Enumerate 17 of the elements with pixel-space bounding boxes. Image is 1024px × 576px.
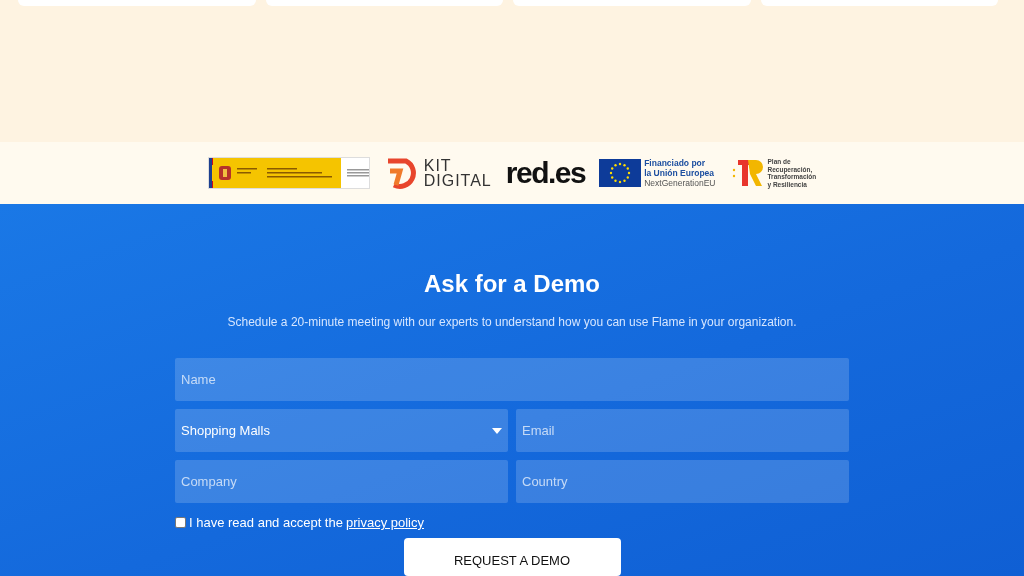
secretariat-label-drawing xyxy=(341,158,369,188)
demo-title: Ask for a Demo xyxy=(423,270,601,298)
union-label: la Unión Europea xyxy=(644,168,716,178)
digital-label: DIGITAL xyxy=(423,173,492,188)
request-demo-button[interactable]: REQUEST A DEMO xyxy=(403,538,621,576)
kit-label: KIT xyxy=(423,158,453,173)
financed-label: Financiado por xyxy=(644,158,707,168)
demo-subtitle: Schedule a 20-minute meeting with our experts to understand how you can use Flame in your organization. xyxy=(227,315,797,329)
next-generation-label: NextGenerationEU xyxy=(644,178,716,188)
caret-icon xyxy=(492,427,502,434)
coat-of-arms-icon xyxy=(217,163,234,183)
eu-flag-icon xyxy=(599,159,642,187)
consent-checkbox[interactable] xyxy=(175,517,186,528)
privacy-policy-link[interactable]: privacy policy xyxy=(345,515,424,530)
redes-logo: red.es xyxy=(505,156,586,190)
consent-label: I have read and accept the xyxy=(189,515,343,530)
sector-select[interactable]: Shopping Malls xyxy=(175,409,508,452)
